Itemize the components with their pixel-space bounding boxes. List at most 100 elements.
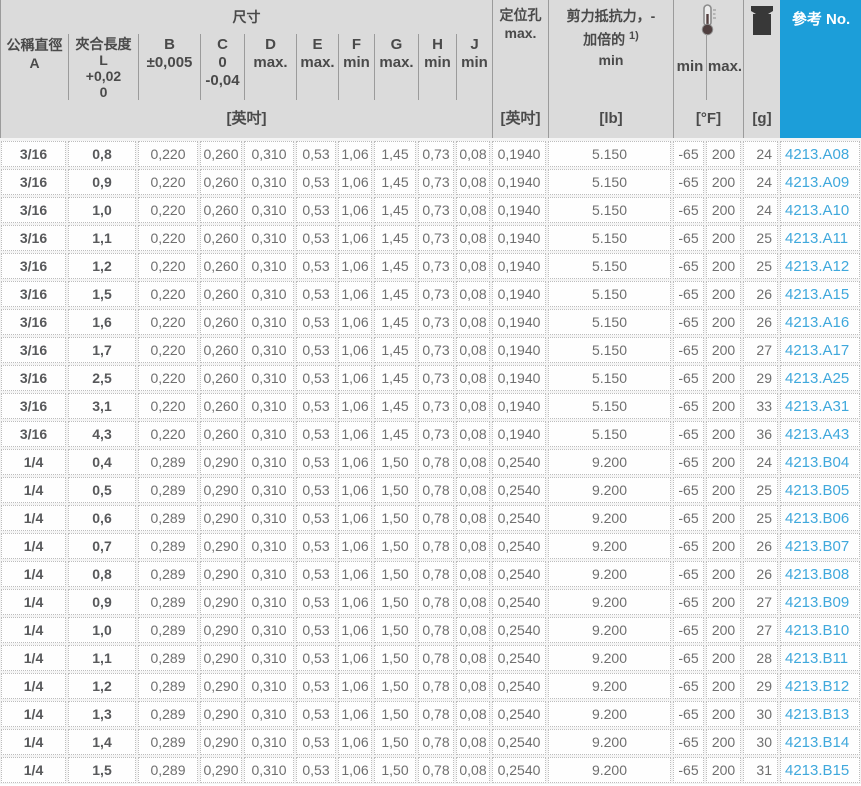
table-cell: 0,310 (244, 505, 294, 531)
col-header-line: min (461, 54, 488, 71)
ref-link[interactable]: 4213.B08 (785, 566, 849, 583)
table-cell: 0,290 (200, 645, 242, 671)
col-header-line: L (99, 52, 108, 68)
ref-link[interactable]: 4213.A10 (785, 202, 849, 219)
table-cell: 0,78 (418, 729, 454, 755)
table-cell: 27 (743, 617, 778, 643)
table-cell: 1,06 (338, 225, 372, 251)
table-cell: 0,1940 (492, 309, 546, 335)
table-row: 3/16 1,1 0,220 0,260 0,310 0,53 1,06 1,45 0,73 0,… (0, 224, 861, 252)
ref-link[interactable]: 4213.B13 (785, 706, 849, 723)
table-cell: 1,06 (338, 589, 372, 615)
ref-link[interactable]: 4213.A08 (785, 146, 849, 163)
table-cell: -65 (673, 617, 704, 643)
table-cell: 1,50 (374, 701, 416, 727)
table-cell: 200 (706, 673, 741, 699)
ref-link[interactable]: 4213.A15 (785, 286, 849, 303)
table-cell: 0,289 (138, 701, 198, 727)
ref-cell: 4213.A10 (780, 197, 860, 223)
ref-link[interactable]: 4213.B10 (785, 622, 849, 639)
ref-link[interactable]: 4213.B11 (785, 650, 848, 667)
table-cell: 0,73 (418, 253, 454, 279)
thermometer-icon (701, 4, 716, 36)
table-cell: 26 (743, 533, 778, 559)
table-cell: 0,73 (418, 225, 454, 251)
ref-cell: 4213.B12 (780, 673, 860, 699)
ref-link[interactable]: 4213.A16 (785, 314, 849, 331)
ref-link[interactable]: 4213.B12 (785, 678, 849, 695)
ref-link[interactable]: 4213.A09 (785, 174, 849, 191)
ref-link[interactable]: 4213.A43 (785, 426, 849, 443)
table-cell: 0,08 (456, 589, 490, 615)
col-header-line: -0,04 (205, 72, 240, 89)
ref-link[interactable]: 4213.A11 (785, 230, 848, 247)
col-header-line: ±0,005 (146, 54, 193, 71)
table-cell: 1,45 (374, 253, 416, 279)
table-cell: 1,06 (338, 505, 372, 531)
table-cell: 0,289 (138, 561, 198, 587)
table-cell: 0,220 (138, 393, 198, 419)
ref-link[interactable]: 4213.B09 (785, 594, 849, 611)
table-cell: 1/4 (1, 561, 66, 587)
table-cell: 1/4 (1, 533, 66, 559)
table-cell: 0,73 (418, 337, 454, 363)
col-header-line: +0,02 (85, 68, 122, 84)
table-cell: 0,08 (456, 281, 490, 307)
table-cell: 26 (743, 309, 778, 335)
table-cell: 0,260 (200, 393, 242, 419)
table-cell: 0,08 (456, 365, 490, 391)
table-cell: 0,08 (456, 561, 490, 587)
table-cell: 0,290 (200, 533, 242, 559)
unit-pilot-hole-inch: [英吋] (492, 100, 548, 138)
table-cell: 3/16 (1, 365, 66, 391)
table-cell: 0,310 (244, 617, 294, 643)
table-cell: 0,260 (200, 225, 242, 251)
table-cell: 0,290 (200, 561, 242, 587)
table-row: 3/16 2,5 0,220 0,260 0,310 0,53 1,06 1,45 0,73 0,… (0, 364, 861, 392)
ref-cell: 4213.A43 (780, 421, 860, 447)
ref-link[interactable]: 4213.B05 (785, 482, 849, 499)
ref-link[interactable]: 4213.B14 (785, 734, 849, 751)
table-cell: 5.150 (548, 225, 671, 251)
table-cell: 0,310 (244, 673, 294, 699)
table-cell: -65 (673, 281, 704, 307)
table-row: 3/16 3,1 0,220 0,260 0,310 0,53 1,06 1,45 0,73 0,… (0, 392, 861, 420)
table-cell: 200 (706, 253, 741, 279)
table-cell: 200 (706, 197, 741, 223)
table-row: 3/16 1,5 0,220 0,260 0,310 0,53 1,06 1,45 0,73 0,… (0, 280, 861, 308)
table-cell: 0,1940 (492, 197, 546, 223)
table-cell: 3/16 (1, 393, 66, 419)
table-cell: 0,2540 (492, 729, 546, 755)
table-cell: 1,50 (374, 589, 416, 615)
table-cell: 3/16 (1, 141, 66, 167)
table-body: 3/16 0,8 0,220 0,260 0,310 0,53 1,06 1,45 0,73 0,… (0, 138, 861, 784)
col-header-line: 公稱直徑 (6, 37, 63, 53)
ref-link[interactable]: 4213.B04 (785, 454, 849, 471)
table-cell: 0,53 (296, 729, 336, 755)
table-cell: 0,73 (418, 281, 454, 307)
ref-link[interactable]: 4213.B07 (785, 538, 849, 555)
ref-link[interactable]: 4213.B06 (785, 510, 849, 527)
table-cell: 0,1940 (492, 225, 546, 251)
ref-link[interactable]: 4213.A17 (785, 342, 849, 359)
table-cell: 0,08 (456, 757, 490, 783)
ref-link[interactable]: 4213.B15 (785, 762, 849, 779)
table-cell: 200 (706, 729, 741, 755)
table-cell: 0,289 (138, 589, 198, 615)
ref-link[interactable]: 4213.A31 (785, 398, 849, 415)
table-row: 1/4 1,3 0,289 0,290 0,310 0,53 1,06 1,50 0,78 0,0… (0, 700, 861, 728)
table-cell: 200 (706, 505, 741, 531)
table-cell: 1/4 (1, 645, 66, 671)
ref-link[interactable]: 4213.A12 (785, 258, 849, 275)
table-cell: 0,2540 (492, 533, 546, 559)
ref-link[interactable]: 4213.A25 (785, 370, 849, 387)
table-cell: -65 (673, 729, 704, 755)
table-cell: 0,220 (138, 337, 198, 363)
table-cell: 1,06 (338, 281, 372, 307)
unit-shear-lb: [lb] (548, 100, 673, 138)
table-cell: 0,289 (138, 505, 198, 531)
col-header-d: D max. (244, 34, 296, 100)
table-cell: -65 (673, 757, 704, 783)
table-cell: 0,53 (296, 141, 336, 167)
col-header-line: 0 (218, 54, 227, 71)
